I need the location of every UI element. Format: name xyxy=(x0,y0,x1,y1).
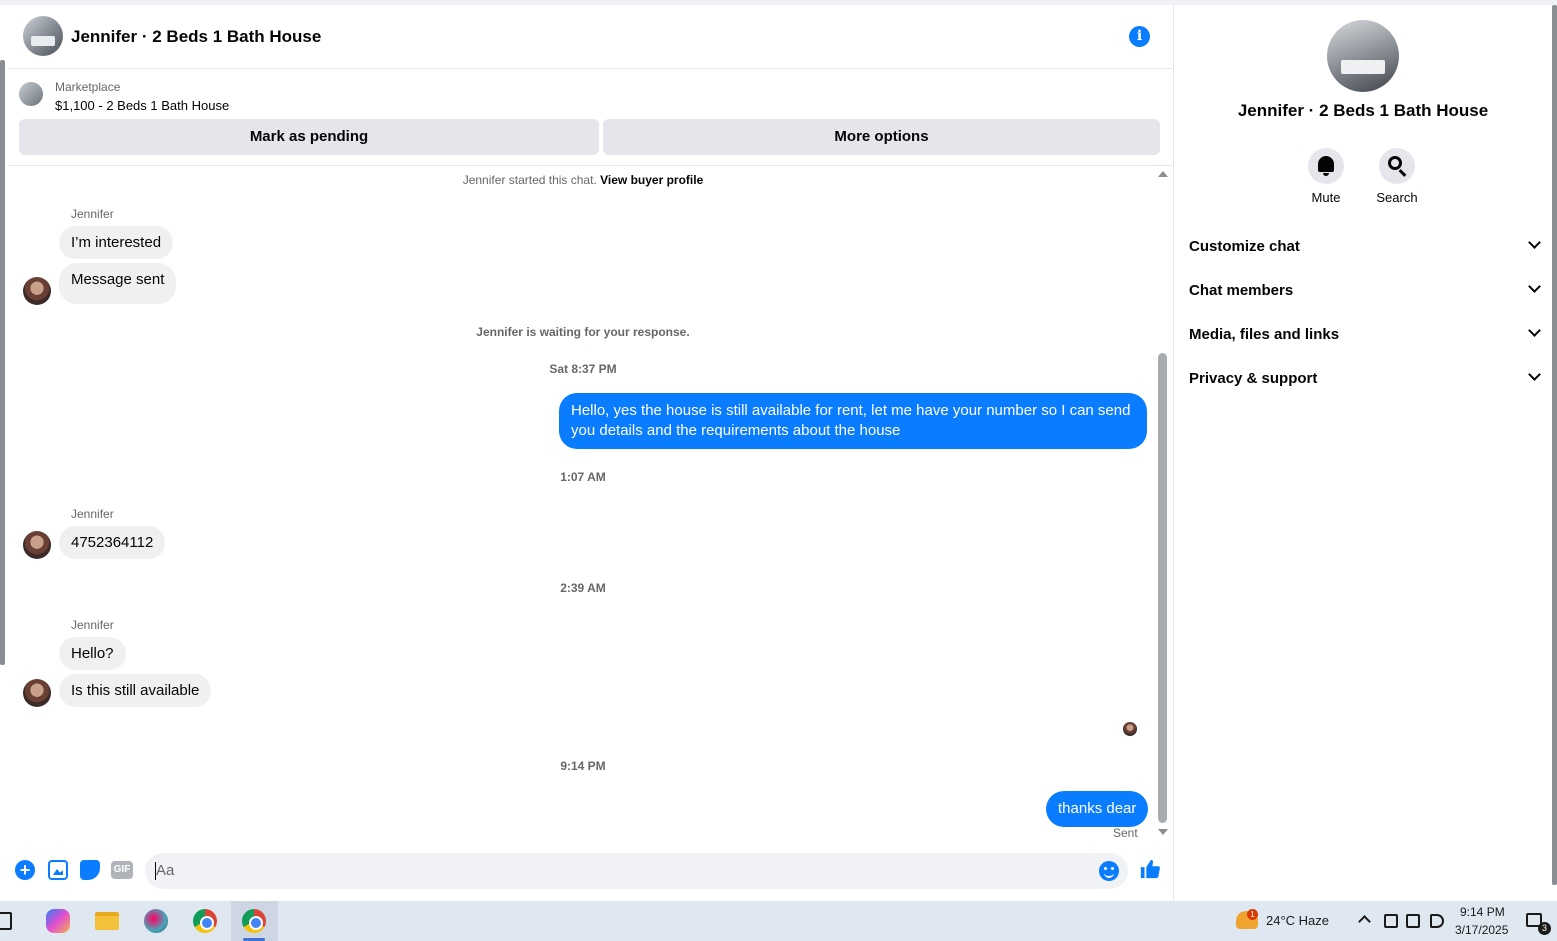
section-privacy-support[interactable]: Privacy & support xyxy=(1189,358,1541,398)
file-explorer-icon[interactable] xyxy=(95,912,119,930)
plus-icon[interactable]: + xyxy=(15,860,35,880)
incoming-message[interactable]: I’m interested xyxy=(59,226,174,259)
timestamp: 9:14 PM xyxy=(560,759,606,773)
message-composer: + GIF xyxy=(8,849,1172,893)
incoming-message[interactable]: Is this still available xyxy=(59,674,212,707)
info-title: Jennifer · 2 Beds 1 Bath House xyxy=(1237,101,1489,120)
timestamp: 1:07 AM xyxy=(560,470,606,484)
chat-title[interactable]: Jennifer · 2 Beds 1 Bath House xyxy=(71,27,321,47)
gif-icon[interactable]: GIF xyxy=(111,861,133,879)
message-thread: Jennifer started this chat. View buyer p… xyxy=(8,167,1158,847)
section-chat-members[interactable]: Chat members xyxy=(1189,270,1541,310)
left-scrollbar[interactable] xyxy=(0,60,5,665)
listing-photo[interactable] xyxy=(1327,20,1399,92)
outgoing-message[interactable]: Hello, yes the house is still available … xyxy=(559,393,1147,449)
sticker-icon[interactable] xyxy=(80,860,100,880)
avatar[interactable] xyxy=(23,531,51,559)
sender-name: Jennifer xyxy=(71,507,114,521)
message-input[interactable] xyxy=(156,862,1056,879)
search-button[interactable]: Search xyxy=(1367,148,1427,205)
view-buyer-profile-link[interactable]: View buyer profile xyxy=(600,173,703,187)
photo-icon[interactable] xyxy=(48,860,68,880)
taskbar: 1 24°C Haze 9:14 PM 3/17/2025 3 xyxy=(0,901,1557,941)
mark-as-pending-button[interactable]: Mark as pending xyxy=(19,119,599,155)
chat-header: Jennifer · 2 Beds 1 Bath House i xyxy=(8,5,1172,69)
timestamp: Sat 8:37 PM xyxy=(549,362,617,376)
marketplace-label: Marketplace xyxy=(55,80,121,94)
marketplace-banner: Marketplace $1,100 - 2 Beds 1 Bath House… xyxy=(8,70,1172,166)
meet-icon[interactable] xyxy=(1384,914,1398,928)
search-icon xyxy=(1388,156,1402,170)
chevron-down-icon xyxy=(1528,280,1541,293)
chrome-icon[interactable] xyxy=(193,909,217,933)
chrome-profile-icon[interactable] xyxy=(242,909,266,933)
weather-text[interactable]: 24°C Haze xyxy=(1266,913,1329,928)
incoming-message[interactable]: 4752364112 xyxy=(59,526,166,559)
search-label: Search xyxy=(1376,190,1418,205)
listing-title[interactable]: $1,100 - 2 Beds 1 Bath House xyxy=(55,98,229,113)
volume-icon[interactable] xyxy=(1430,914,1444,928)
message-input-box[interactable] xyxy=(145,853,1128,889)
section-media-files-links[interactable]: Media, files and links xyxy=(1189,314,1541,354)
task-view-icon[interactable] xyxy=(0,912,12,930)
mute-label: Mute xyxy=(1311,190,1341,205)
scroll-thumb[interactable] xyxy=(1158,353,1167,823)
incoming-message[interactable]: Hello? xyxy=(59,637,126,670)
network-icon[interactable] xyxy=(1406,914,1420,928)
thread-scrollbar[interactable] xyxy=(1158,167,1172,847)
scroll-up-arrow-icon[interactable] xyxy=(1158,171,1168,177)
more-options-button[interactable]: More options xyxy=(603,119,1160,155)
like-icon[interactable] xyxy=(1139,858,1161,880)
bell-icon xyxy=(1318,156,1334,176)
clock-time[interactable]: 9:14 PM xyxy=(1460,905,1505,919)
chevron-down-icon xyxy=(1528,324,1541,337)
weather-badge: 1 xyxy=(1247,909,1258,920)
sender-name: Jennifer xyxy=(71,618,114,632)
listing-thumbnail[interactable] xyxy=(19,82,43,106)
mute-button[interactable]: Mute xyxy=(1296,148,1356,205)
avatar[interactable] xyxy=(23,679,51,707)
info-icon[interactable]: i xyxy=(1129,26,1150,47)
listing-avatar[interactable] xyxy=(23,16,63,56)
notification-count: 3 xyxy=(1538,922,1551,935)
info-scrollbar[interactable] xyxy=(1552,5,1557,885)
chevron-down-icon xyxy=(1528,236,1541,249)
outgoing-message[interactable]: thanks dear xyxy=(1046,791,1149,827)
chevron-down-icon xyxy=(1528,368,1541,381)
section-customize-chat[interactable]: Customize chat xyxy=(1189,226,1541,266)
app-window: Jennifer · 2 Beds 1 Bath House i Marketp… xyxy=(0,0,1557,941)
seen-indicator-avatar xyxy=(1123,722,1137,736)
sent-status: Sent xyxy=(1113,826,1138,840)
paint-icon[interactable] xyxy=(144,909,168,933)
chat-started-notice: Jennifer started this chat. View buyer p… xyxy=(462,173,704,187)
avatar[interactable] xyxy=(23,277,51,305)
copilot-icon[interactable] xyxy=(46,909,70,933)
chevron-up-icon[interactable] xyxy=(1358,915,1371,928)
clock-date[interactable]: 3/17/2025 xyxy=(1455,923,1508,937)
emoji-icon[interactable] xyxy=(1099,861,1119,881)
waiting-notice: Jennifer is waiting for your response. xyxy=(476,325,690,339)
sender-name: Jennifer xyxy=(71,207,114,221)
timestamp: 2:39 AM xyxy=(560,581,606,595)
scroll-down-arrow-icon[interactable] xyxy=(1158,829,1168,835)
conversation-info-panel: Jennifer · 2 Beds 1 Bath House Mute Sear… xyxy=(1173,5,1557,901)
incoming-message[interactable]: Message sent xyxy=(59,263,177,304)
chat-pane: Jennifer · 2 Beds 1 Bath House i Marketp… xyxy=(8,5,1172,901)
